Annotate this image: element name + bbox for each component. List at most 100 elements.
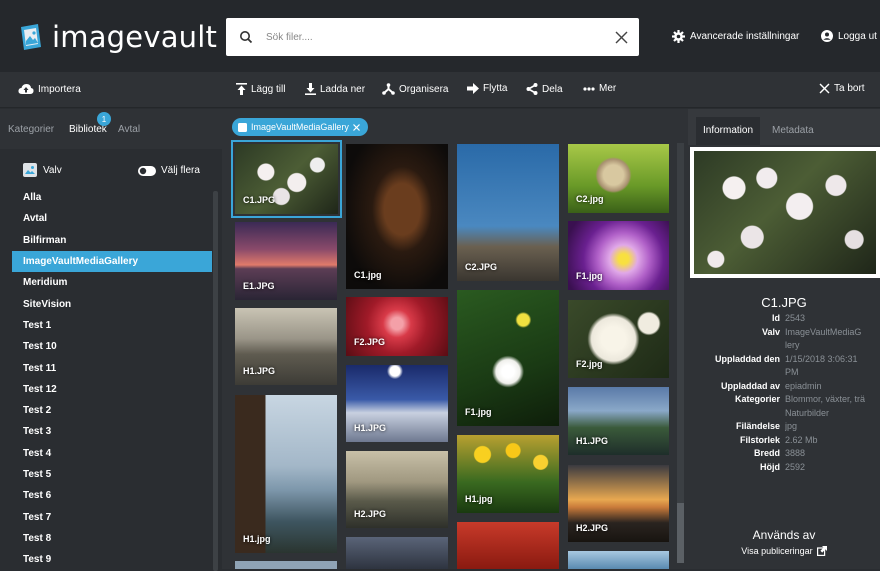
left-scrollbar[interactable] [213, 191, 218, 571]
thumbnail[interactable]: H1.jpg [457, 435, 559, 513]
add-button[interactable]: Lägg till [236, 83, 285, 95]
grid-scrollbar[interactable] [677, 143, 684, 563]
thumbnail[interactable]: F1.jpg [457, 290, 559, 426]
thumbnail[interactable] [235, 561, 337, 569]
tab-metadata[interactable]: Metadata [772, 125, 814, 136]
detail-value: 2.62 Mb [785, 434, 818, 445]
vault-item-test-2[interactable]: Test 2 [12, 400, 212, 421]
vault-item-test-4[interactable]: Test 4 [12, 443, 212, 464]
thumbnail[interactable]: C1.JPG [231, 140, 342, 218]
chip-close-icon[interactable] [352, 123, 360, 131]
header: imagevault Avancerade inställningar Logg… [0, 0, 880, 72]
thumbnail[interactable]: C1.jpg [346, 144, 448, 289]
thumbnail-label: C1.JPG [243, 195, 276, 205]
detail-value: Naturbilder [785, 407, 830, 418]
multi-select-label: Välj flera [161, 165, 200, 176]
more-button[interactable]: Mer [583, 83, 616, 94]
organize-button[interactable]: Organisera [382, 83, 448, 95]
remove-button[interactable]: Ta bort [819, 83, 865, 94]
vault-label: Valv [43, 165, 62, 176]
thumbnail[interactable]: H2.JPG [346, 451, 448, 528]
tab-information[interactable]: Information [703, 125, 753, 136]
download-button[interactable]: Ladda ner [305, 83, 365, 95]
clear-search-icon[interactable] [603, 31, 639, 44]
import-button[interactable]: Importera [18, 83, 81, 95]
show-publications-link[interactable]: Visa publiceringar [688, 546, 880, 556]
detail-row: Filstorlek 2.62 Mb [688, 434, 880, 448]
detail-row: Bredd 3888 [688, 447, 880, 461]
gear-icon [672, 30, 685, 43]
search-box [226, 18, 639, 56]
multi-select-toggle-icon[interactable] [138, 166, 156, 176]
vault-item-test-1[interactable]: Test 1 [12, 315, 212, 336]
tab-contracts[interactable]: Avtal [118, 124, 140, 135]
vault-item-test-6[interactable]: Test 6 [12, 485, 212, 506]
thumbnail-label: H1.JPG [576, 436, 609, 446]
thumbnail-label: E1.JPG [243, 281, 275, 291]
thumbnail[interactable] [568, 551, 669, 569]
detail-value: 2592 [785, 461, 806, 472]
vault-chip-icon [238, 122, 247, 132]
vault-item-test-11[interactable]: Test 11 [12, 357, 212, 378]
download-label: Ladda ner [320, 83, 366, 95]
logo-text: imagevault [52, 20, 218, 54]
thumbnail-label: H2.JPG [354, 509, 387, 519]
detail-row: Uppladdad av epiadmin [688, 380, 880, 394]
thumbnail-label: C2.jpg [576, 194, 604, 204]
vault-item-test-8[interactable]: Test 8 [12, 528, 212, 549]
import-label: Importera [38, 83, 81, 95]
media-grid: ImageVaultMediaGallery C1.JPG E1.JPG H1.… [222, 109, 688, 569]
thumbnail[interactable]: F1.jpg [568, 221, 669, 290]
grid-scrollbar-thumb[interactable] [677, 503, 684, 563]
cloud-upload-icon [18, 84, 34, 94]
vault-item-test-12[interactable]: Test 12 [12, 379, 212, 400]
advanced-settings-button[interactable]: Avancerade inställningar [672, 30, 799, 43]
vault-item-test-10[interactable]: Test 10 [12, 336, 212, 357]
vault-item-test-3[interactable]: Test 3 [12, 421, 212, 442]
detail-row: Filändelse jpg [688, 420, 880, 434]
thumbnail[interactable]: F2.jpg [568, 300, 669, 378]
detail-key: Filändelse [735, 421, 780, 431]
thumbnail[interactable] [457, 522, 559, 569]
thumbnail[interactable]: H1.JPG [346, 365, 448, 442]
filter-chip-label: ImageVaultMediaGallery [251, 122, 349, 132]
logo[interactable]: imagevault [18, 20, 217, 54]
download-icon [305, 83, 316, 95]
detail-key-spacer [688, 366, 785, 380]
thumbnail[interactable]: C2.jpg [568, 144, 669, 213]
thumbnail[interactable]: H1.jpg [235, 395, 337, 553]
tab-categories[interactable]: Kategorier [8, 124, 54, 135]
vault-item-test-7[interactable]: Test 7 [12, 506, 212, 527]
thumbnail[interactable] [346, 537, 448, 569]
filter-chip[interactable]: ImageVaultMediaGallery [232, 118, 368, 136]
share-button[interactable]: Dela [526, 83, 563, 95]
share-icon [526, 83, 538, 95]
vault-item-all[interactable]: Alla [12, 187, 212, 208]
detail-row: Uppladdad den 1/15/2018 3:06:31 [688, 353, 880, 367]
logout-button[interactable]: Logga ut [821, 30, 877, 42]
close-icon [819, 83, 830, 94]
vault-item-meridium[interactable]: Meridium [12, 272, 212, 293]
detail-value: PM [785, 367, 799, 377]
vault-item-bilfirman[interactable]: Bilfirman [12, 230, 212, 251]
thumbnail[interactable]: E1.JPG [235, 222, 337, 300]
imagevault-logo-icon [21, 24, 41, 50]
thumbnail[interactable]: C2.JPG [457, 144, 559, 281]
vault-item-test-9[interactable]: Test 9 [12, 549, 212, 570]
external-link-icon [816, 546, 827, 556]
thumbnail[interactable]: H2.JPG [568, 465, 669, 542]
thumbnail[interactable]: H1.JPG [568, 387, 669, 455]
thumbnail[interactable]: H1.JPG [235, 308, 337, 385]
thumbnail-label: C1.jpg [354, 270, 382, 280]
vault-list: Alla Avtal Bilfirman ImageVaultMediaGall… [12, 187, 212, 570]
vault-item-sitevision[interactable]: SiteVision [12, 293, 212, 314]
search-input[interactable] [266, 31, 603, 43]
detail-row: Höjd 2592 [688, 461, 880, 475]
move-button[interactable]: Flytta [467, 83, 507, 94]
vault-item-avtal[interactable]: Avtal [12, 208, 212, 229]
file-name-title: C1.JPG [761, 295, 807, 310]
thumbnail[interactable]: F2.JPG [346, 297, 448, 356]
vault-item-imagevaultmediagallery[interactable]: ImageVaultMediaGallery [12, 250, 212, 273]
vault-item-test-5[interactable]: Test 5 [12, 464, 212, 485]
thumbnail-label: H1.JPG [243, 366, 276, 376]
